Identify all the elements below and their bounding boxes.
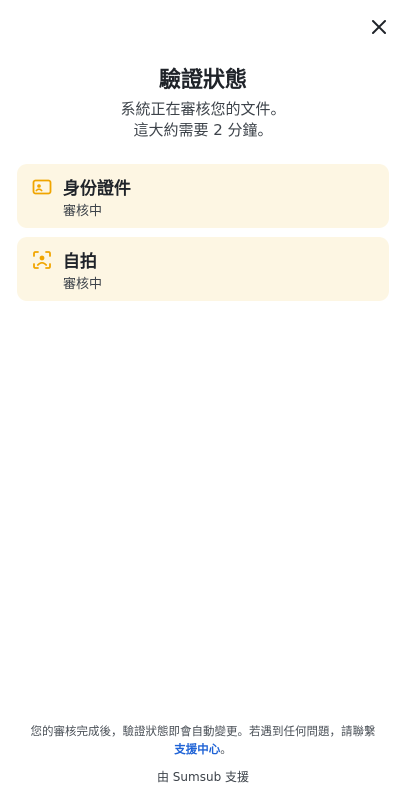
support-center-link[interactable]: 支援中心: [174, 742, 220, 756]
id-document-status: 審核中: [63, 204, 103, 219]
page-title: 驗證狀態: [158, 68, 247, 93]
footer-note: 您的審核完成後，驗證狀態即會自動變更。若遇到任何問題，請聯繫 支援中心。: [10, 722, 396, 758]
footer-note-end: 。: [220, 742, 232, 756]
powered-by-label: 由 Sumsub 支援: [156, 770, 250, 784]
id-card-icon: [32, 179, 52, 195]
face-scan-icon: [33, 251, 51, 269]
footer-note-text: 您的審核完成後，驗證狀態即會自動變更。若遇到任何問題，請聯繫: [30, 724, 376, 738]
subtitle-line-1: 系統正在審核您的文件。: [120, 100, 286, 118]
close-icon: [372, 20, 386, 34]
selfie-status: 審核中: [63, 277, 103, 292]
selfie-title: 自拍: [63, 252, 97, 272]
close-button[interactable]: [366, 14, 392, 40]
subtitle-line-2: 這大約需要 2 分鐘。: [133, 121, 273, 139]
selfie-card[interactable]: 自拍 審核中: [17, 237, 389, 301]
page-subtitle: 系統正在審核您的文件。 這大約需要 2 分鐘。: [20, 99, 386, 141]
id-document-title: 身份證件: [63, 179, 131, 199]
id-document-card[interactable]: 身份證件 審核中: [17, 164, 389, 228]
